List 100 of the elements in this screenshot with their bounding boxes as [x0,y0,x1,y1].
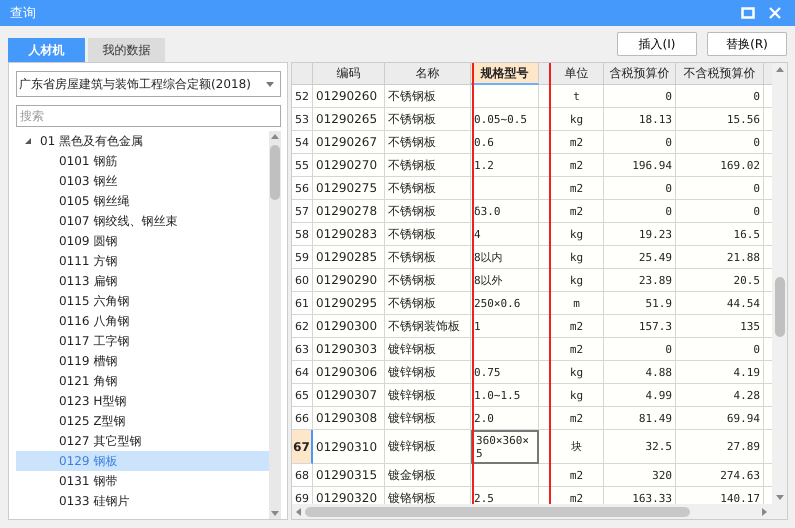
tree-item[interactable]: 0105 钢丝绳 [16,191,269,211]
column-header[interactable]: 含税预算价 [604,63,676,85]
scrollbar[interactable] [292,504,787,519]
row-number[interactable]: 66 [292,407,313,430]
tree-item[interactable]: 0119 槽钢 [16,351,269,371]
tree-item[interactable]: 0103 钢丝 [16,171,269,191]
library-dropdown[interactable]: 广东省房屋建筑与装饰工程综合定额(2018) [16,71,281,97]
table-cell: 23.89 [604,269,676,292]
tree-item[interactable]: 0123 H型钢 [16,391,269,411]
table-cell: 0 [676,131,764,154]
search-field[interactable]: 搜索 [16,105,281,127]
table-cell: 01290265 [313,108,385,131]
table-cell [539,269,550,292]
scrollbar[interactable] [772,63,787,504]
tree-item[interactable]: 0133 硅钢片 [16,491,269,511]
row-number[interactable]: 62 [292,315,313,338]
table-cell: 19.23 [604,223,676,246]
column-header[interactable] [539,63,550,85]
scroll-down-icon[interactable] [271,511,279,516]
tree-item[interactable]: 0113 扁钢 [16,271,269,291]
table-cell [471,85,539,108]
tree-item[interactable]: 0107 钢绞线、钢丝束 [16,211,269,231]
scroll-up-icon[interactable] [776,67,784,72]
tree-item[interactable]: 0121 角钢 [16,371,269,391]
column-header[interactable]: 编码 [313,63,385,85]
table-cell [539,85,550,108]
maximize-icon[interactable] [741,7,755,19]
table-cell [539,384,550,407]
tree-item[interactable]: 0101 钢筋 [16,151,269,171]
row-number[interactable]: 67 [292,430,313,464]
row-number[interactable]: 54 [292,131,313,154]
table-cell: 01290310 [313,430,385,464]
table-cell: 01290303 [313,338,385,361]
tree-item[interactable]: 0125 Z型钢 [16,411,269,431]
row-number[interactable]: 68 [292,464,313,487]
table-cell: 01290307 [313,384,385,407]
row-number[interactable]: 53 [292,108,313,131]
table-cell: 4.19 [676,361,764,384]
table-cell: 140.17 [676,487,764,504]
table-cell: 2.5 [471,487,539,504]
column-header[interactable]: 名称 [385,63,471,85]
table-cell [539,223,550,246]
row-number[interactable]: 61 [292,292,313,315]
table-cell: kg [550,384,604,407]
table-cell: m2 [550,154,604,177]
table-cell: 01290285 [313,246,385,269]
row-number[interactable]: 52 [292,85,313,108]
table-cell: 196.94 [604,154,676,177]
table-cell: 21.88 [676,246,764,269]
action-button[interactable]: 插入(I) [617,32,697,56]
scroll-thumb[interactable] [774,277,784,337]
tree-item[interactable]: 01 黑色及有色金属 [16,131,269,151]
table-cell: 18.13 [604,108,676,131]
table-cell: 镀锌钢板 [385,361,471,384]
scroll-down-icon[interactable] [776,495,784,500]
row-number[interactable]: 58 [292,223,313,246]
scrollbar[interactable] [269,131,281,519]
table-cell: 不锈钢板 [385,246,471,269]
scroll-up-icon[interactable] [271,134,279,139]
column-header[interactable]: 不含税预算价 [676,63,764,85]
tree-item[interactable]: 0117 工字钢 [16,331,269,351]
table-cell: 0 [604,177,676,200]
row-number[interactable]: 64 [292,361,313,384]
row-number[interactable]: 57 [292,200,313,223]
table-cell: 0 [604,338,676,361]
table-cell: 01290320 [313,487,385,504]
table-cell: 不锈钢板 [385,85,471,108]
tree-item[interactable]: 0115 六角钢 [16,291,269,311]
tree-item[interactable]: 0116 八角钢 [16,311,269,331]
scroll-thumb[interactable] [270,145,280,200]
row-number[interactable]: 65 [292,384,313,407]
tree-item[interactable]: 0131 钢带 [16,471,269,491]
table-cell: 01290260 [313,85,385,108]
column-header[interactable]: 规格型号 [471,63,539,85]
scroll-thumb[interactable] [305,506,690,516]
row-number[interactable]: 59 [292,246,313,269]
table-cell: 01290278 [313,200,385,223]
row-number[interactable]: 55 [292,154,313,177]
table-cell: 320 [604,464,676,487]
scroll-right-icon[interactable] [762,508,767,516]
tree-item[interactable]: 0127 其它型钢 [16,431,269,451]
action-button[interactable]: 替换(R) [707,32,787,56]
table-cell: 4.28 [676,384,764,407]
table-cell: kg [550,108,604,131]
row-number[interactable]: 63 [292,338,313,361]
table-cell: δ3.0 [471,200,539,223]
expanded-triangle-icon[interactable] [24,137,32,145]
scroll-left-icon[interactable] [296,508,301,516]
column-header[interactable]: 单位 [550,63,604,85]
close-icon[interactable] [769,7,781,19]
row-number[interactable]: 56 [292,177,313,200]
table-cell: 360×360×5 [471,430,539,464]
row-number[interactable]: 60 [292,269,313,292]
table-cell [471,338,539,361]
tree-item[interactable]: 0111 方钢 [16,251,269,271]
tree-item[interactable]: 0109 圆钢 [16,231,269,251]
table-cell: 8以外 [471,269,539,292]
table-cell: 69.94 [676,407,764,430]
tab[interactable]: 我的数据 [88,38,165,62]
table-cell [539,315,550,338]
